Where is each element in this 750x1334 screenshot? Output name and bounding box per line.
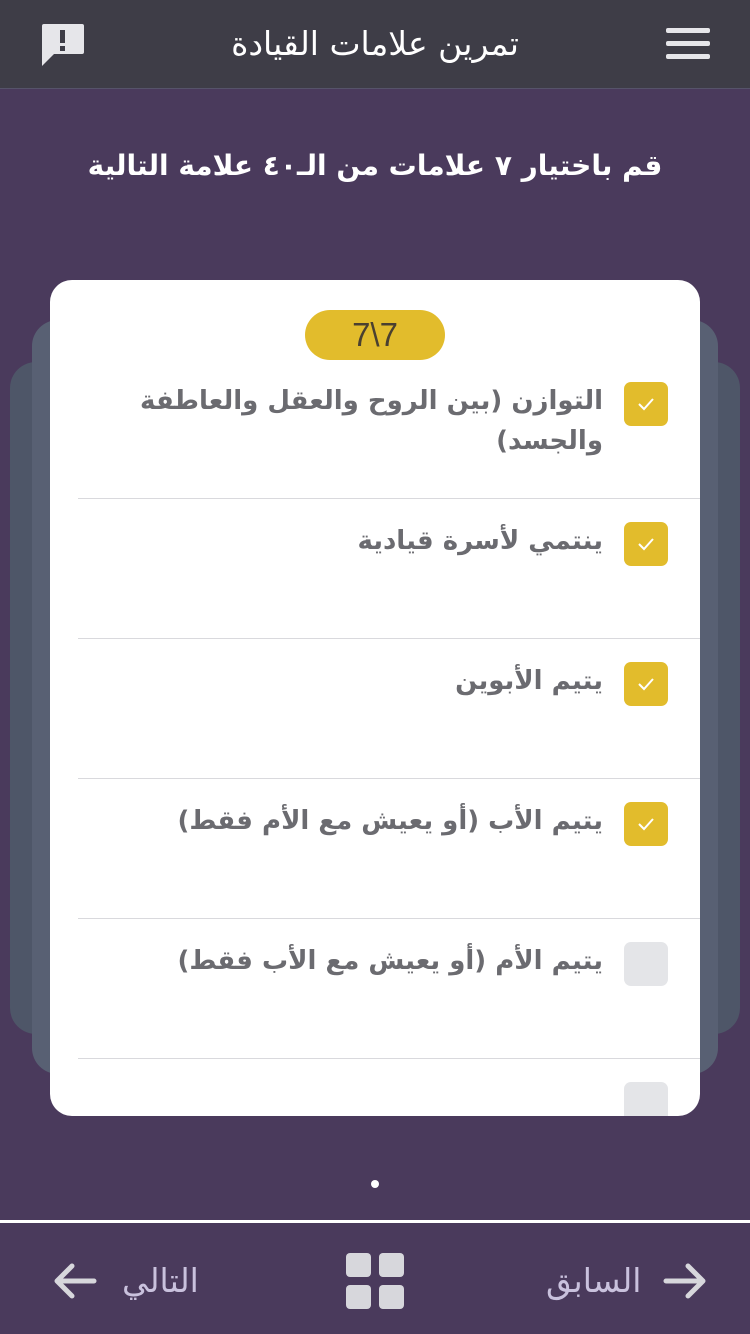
option-label: ينتمي لأسرة قيادية [357,526,603,556]
top-bar: تمرين علامات القيادة [0,0,750,89]
previous-label: السابق [546,1261,642,1300]
arrow-right-icon [662,1253,708,1326]
option-label: التوازن (بين الروح والعقل والعاطفة والجس… [140,386,603,456]
option-label: يتيم الأبوين [455,666,603,696]
bottom-nav-bar: التالي السابق [0,1220,750,1334]
checkmark-icon [638,398,654,411]
option-label: يتيم الأب (أو يعيش مع الأم فقط) [177,806,604,836]
option-item-partial[interactable] [78,1059,700,1116]
checkmark-icon [638,678,654,691]
option-checkbox[interactable] [624,1082,668,1116]
instruction-text: قم باختيار ٧ علامات من الـ٤٠ علامة التال… [87,149,663,182]
option-item[interactable]: يتيم الأب (أو يعيش مع الأم فقط) [78,779,700,919]
option-item[interactable]: ينتمي لأسرة قيادية [78,499,700,639]
option-checkbox[interactable] [624,382,668,426]
hamburger-menu-icon[interactable] [666,28,710,62]
selection-counter: 7\7 [305,310,445,360]
option-checkbox[interactable] [624,662,668,706]
page-indicator-dot [371,1180,379,1188]
page-title: تمرين علامات القيادة [231,24,519,63]
checkmark-icon [638,538,654,551]
previous-button[interactable]: السابق [540,1253,715,1309]
option-item[interactable]: يتيم الأبوين [78,639,700,779]
next-label: التالي [122,1261,199,1300]
option-checkbox[interactable] [624,942,668,986]
option-checkbox[interactable] [624,522,668,566]
arrow-left-icon [52,1253,98,1326]
option-item[interactable]: يتيم الأم (أو يعيش مع الأب فقط) [78,919,700,1059]
option-checkbox[interactable] [624,802,668,846]
next-button[interactable]: التالي [52,1253,222,1309]
option-label: يتيم الأم (أو يعيش مع الأب فقط) [177,946,604,976]
option-item[interactable]: التوازن (بين الروح والعقل والعاطفة والجس… [78,359,700,499]
grid-menu-icon[interactable] [346,1253,404,1309]
checkmark-icon [638,818,654,831]
selection-card: 7\7 التوازن (بين الروح والعقل والعاطفة و… [50,280,700,1116]
